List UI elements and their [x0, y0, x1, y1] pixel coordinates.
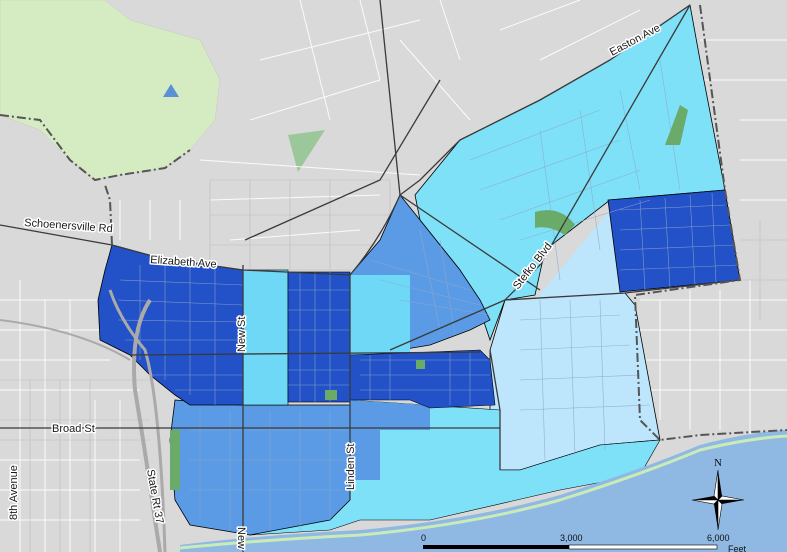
- green-space-3: [325, 390, 337, 400]
- map-view[interactable]: Easton Ave Schoenersville Rd Elizabeth A…: [0, 0, 787, 552]
- label-broad-st: Broad St: [52, 423, 95, 435]
- district-cyan-mid: [350, 275, 410, 355]
- green-space-5: [170, 430, 180, 490]
- scale-bar-light: [568, 544, 718, 550]
- scale-bar-dark: [423, 545, 569, 549]
- district-medium-southwest: [169, 399, 351, 536]
- label-linden-st: Linden St: [345, 444, 357, 490]
- scale-unit: Feet: [728, 544, 747, 552]
- label-new-st-south: New: [235, 527, 247, 549]
- district-dark-center: [287, 271, 351, 403]
- green-space-4: [416, 360, 425, 369]
- label-8th-avenue: 8th Avenue: [8, 465, 20, 520]
- district-cyan-newst: [242, 269, 289, 406]
- scale-tick-3000: 3,000: [560, 533, 583, 543]
- label-new-st: New St: [236, 317, 248, 352]
- map-canvas: Easton Ave Schoenersville Rd Elizabeth A…: [0, 0, 787, 552]
- scale-tick-6000: 6,000: [707, 533, 730, 543]
- north-label: N: [714, 457, 722, 469]
- scale-tick-0: 0: [421, 533, 426, 543]
- district-dark-downtown: [349, 349, 496, 409]
